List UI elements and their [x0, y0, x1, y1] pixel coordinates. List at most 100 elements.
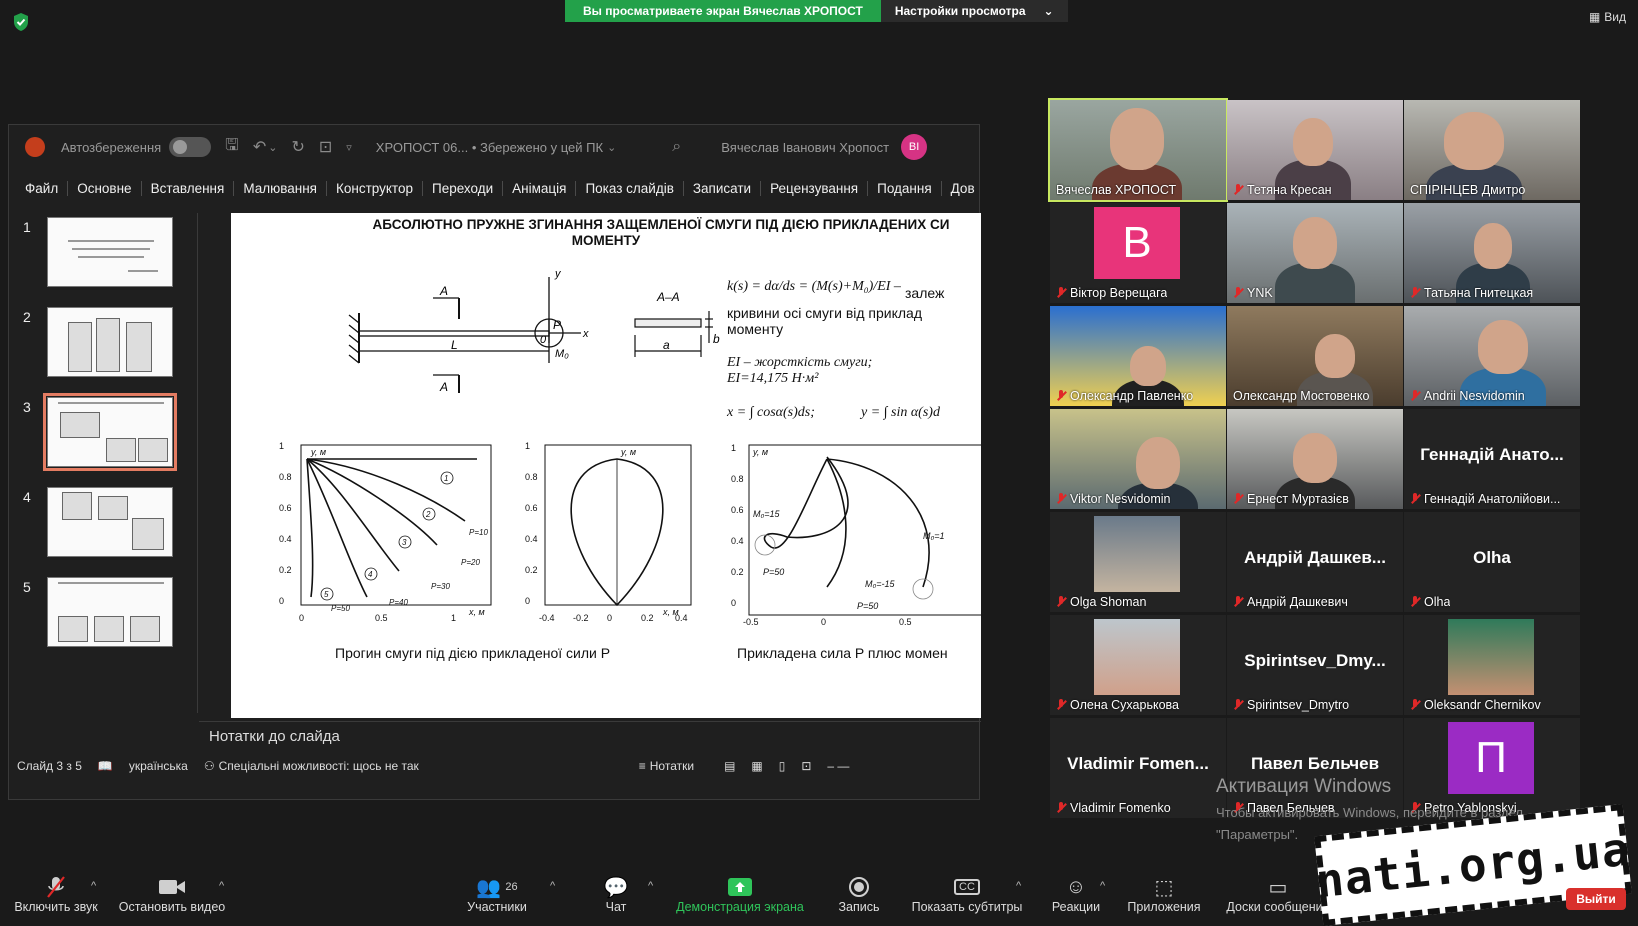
save-icon[interactable]: 🖫 — [225, 134, 239, 161]
exit-button[interactable]: Выйти — [1566, 888, 1626, 910]
ribbon-tab[interactable]: Дов — [942, 181, 979, 196]
unmute-button[interactable]: Включить звук — [10, 874, 102, 914]
ribbon-tab[interactable]: Малювання — [234, 180, 327, 196]
slide-thumbnail-1[interactable]: 1 — [9, 213, 199, 293]
ribbon-tab[interactable]: Подання — [868, 180, 942, 196]
slide-preview[interactable] — [47, 487, 173, 557]
profile-picture — [1094, 516, 1180, 592]
normal-view-icon[interactable]: ▤ — [724, 759, 735, 773]
avatar[interactable]: ВІ — [901, 134, 928, 160]
notes-button[interactable]: Нотатки — [650, 759, 694, 773]
participant-tile[interactable]: СПІРІНЦЕВ Дмитро — [1404, 100, 1580, 200]
document-title[interactable]: ХРОПОСТ 06... • Збережено у цей ПК — [376, 140, 603, 155]
present-icon[interactable]: ⊡ — [319, 137, 332, 157]
participants-button[interactable]: 👥 26 Участники — [462, 874, 532, 915]
chat-button[interactable]: 💬 Чат — [596, 874, 636, 915]
participant-tile[interactable]: Viktor Nesvidomin — [1050, 409, 1226, 509]
participant-tile[interactable]: Oleksandr Chernikov — [1404, 615, 1580, 715]
participant-name: Spirintsev_Dmytro — [1247, 698, 1350, 712]
view-button[interactable]: ▦ Вид — [1589, 10, 1626, 24]
shield-icon[interactable] — [12, 12, 30, 32]
ribbon-tab[interactable]: Конструктор — [327, 180, 423, 196]
ribbon-tab[interactable]: Основне — [68, 180, 142, 196]
language-label[interactable]: українська — [129, 759, 188, 773]
chat-label: Чат — [605, 900, 627, 914]
ribbon-tab[interactable]: Файл — [25, 180, 69, 196]
stop-video-button[interactable]: Остановить видео — [116, 874, 228, 914]
zoom-slider[interactable]: – — — [827, 759, 849, 773]
participant-name-tag: Олена Сухарькова — [1056, 698, 1179, 712]
slide-preview[interactable] — [47, 307, 173, 377]
chevron-down-icon[interactable]: ⌄ — [607, 141, 616, 154]
participant-tile[interactable]: Тетяна Кресан — [1227, 100, 1403, 200]
participant-tile[interactable]: Olha Olha — [1404, 512, 1580, 612]
accessibility-status[interactable]: Спеціальні можливості: щось не так — [219, 759, 419, 773]
chevron-up-icon[interactable]: ^ — [648, 880, 653, 892]
slide-thumbnail-4[interactable]: 4 — [9, 483, 199, 563]
participant-tile[interactable]: Ернест Муртазієв — [1227, 409, 1403, 509]
participant-tile[interactable]: Vladimir Fomen... Vladimir Fomenko — [1050, 718, 1226, 818]
sorter-view-icon[interactable]: ▦ — [751, 759, 762, 773]
slide-preview[interactable] — [47, 217, 173, 287]
moment-label: M₀=15 — [753, 509, 781, 519]
curve-text-1: кривини осі смуги від приклад — [727, 305, 923, 321]
participant-tile[interactable]: Олена Сухарькова — [1050, 615, 1226, 715]
participant-tile[interactable]: YNK — [1227, 203, 1403, 303]
participant-tile[interactable]: Олександр Мостовенко — [1227, 306, 1403, 406]
apps-button[interactable]: ⬚ Приложения — [1122, 874, 1206, 915]
slideshow-icon[interactable]: ⊡ — [801, 759, 811, 773]
chevron-down-icon[interactable]: ⌄ — [268, 141, 277, 154]
participant-name-tag: Viktor Nesvidomin — [1056, 492, 1171, 506]
ribbon-tab[interactable]: Записати — [684, 180, 762, 196]
deflection-curve — [306, 458, 400, 572]
slide-title-line2: МОМЕНТУ — [571, 233, 641, 248]
ribbon-tab[interactable]: Вставлення — [142, 180, 235, 196]
accessibility-icon[interactable]: ⚇ — [204, 759, 215, 773]
participant-tile[interactable]: Вячеслав ХРОПОСТ — [1048, 98, 1228, 202]
slide-preview[interactable] — [47, 577, 173, 647]
participant-tile[interactable]: Olga Shoman — [1050, 512, 1226, 612]
undo-icon[interactable]: ↶ — [253, 137, 266, 157]
participant-tile[interactable]: Татьяна Гнитецкая — [1404, 203, 1580, 303]
share-screen-button[interactable]: Демонстрация экрана — [672, 874, 808, 914]
participant-tile[interactable]: B Віктор Верещага — [1050, 203, 1226, 303]
reactions-button[interactable]: ☺ Реакции — [1046, 874, 1106, 915]
notes-icon[interactable]: ≡ — [639, 759, 646, 773]
slide-thumbnail-5[interactable]: 5 — [9, 573, 199, 653]
customize-icon[interactable]: ▿ — [346, 141, 352, 154]
mic-muted-icon — [1056, 390, 1066, 402]
participant-name-tag: СПІРІНЦЕВ Дмитро — [1410, 183, 1525, 197]
chevron-up-icon[interactable]: ^ — [1016, 880, 1021, 892]
reading-view-icon[interactable]: ▯ — [779, 759, 786, 773]
autosave-toggle[interactable] — [169, 137, 212, 157]
chevron-up-icon[interactable]: ^ — [550, 880, 555, 892]
slide-thumbnail-2[interactable]: 2 — [9, 303, 199, 383]
ribbon-tab[interactable]: Показ слайдів — [576, 180, 684, 196]
participant-tile[interactable]: Spirintsev_Dmy... Spirintsev_Dmytro — [1227, 615, 1403, 715]
y-tick-label: 0.2 — [731, 567, 744, 577]
ribbon-tab[interactable]: Анімація — [503, 180, 577, 196]
slide-canvas[interactable]: АБСОЛЮТНО ПРУЖНЕ ЗГИНАННЯ ЗАЩЕМЛЕНОЇ СМУ… — [231, 213, 981, 718]
moment-label: M₀ — [555, 348, 569, 360]
participant-tile[interactable]: Андрій Дашкев... Андрій Дашкевич — [1227, 512, 1403, 612]
ribbon-tab[interactable]: Переходи — [423, 180, 504, 196]
slide-thumbnail-3[interactable]: 3 — [9, 393, 199, 473]
chevron-up-icon[interactable]: ^ — [219, 880, 224, 892]
ribbon-tab[interactable]: Рецензування — [761, 180, 869, 196]
participant-tile[interactable]: Andrii Nesvidomin — [1404, 306, 1580, 406]
profile-picture — [1094, 619, 1180, 695]
participant-tile[interactable]: Геннадій Анато... Геннадій Анатолійови... — [1404, 409, 1580, 509]
y-tick-label: 0.4 — [279, 534, 292, 544]
captions-button[interactable]: CC Показать субтитры — [908, 874, 1026, 914]
chevron-up-icon[interactable]: ^ — [1100, 880, 1105, 892]
y-tick-label: 0.4 — [525, 534, 538, 544]
chevron-up-icon[interactable]: ^ — [91, 880, 96, 892]
spellcheck-icon[interactable]: 📖 — [98, 759, 113, 773]
redo-icon[interactable]: ↻ — [291, 137, 304, 157]
notes-placeholder[interactable]: Нотатки до слайда — [199, 721, 981, 755]
search-icon[interactable]: ⌕ — [672, 138, 681, 156]
view-settings-button[interactable]: Настройки просмотра ⌄ — [880, 0, 1068, 22]
record-button[interactable]: Запись — [832, 874, 886, 914]
participant-tile[interactable]: Олександр Павленко — [1050, 306, 1226, 406]
slide-preview[interactable] — [43, 393, 177, 471]
